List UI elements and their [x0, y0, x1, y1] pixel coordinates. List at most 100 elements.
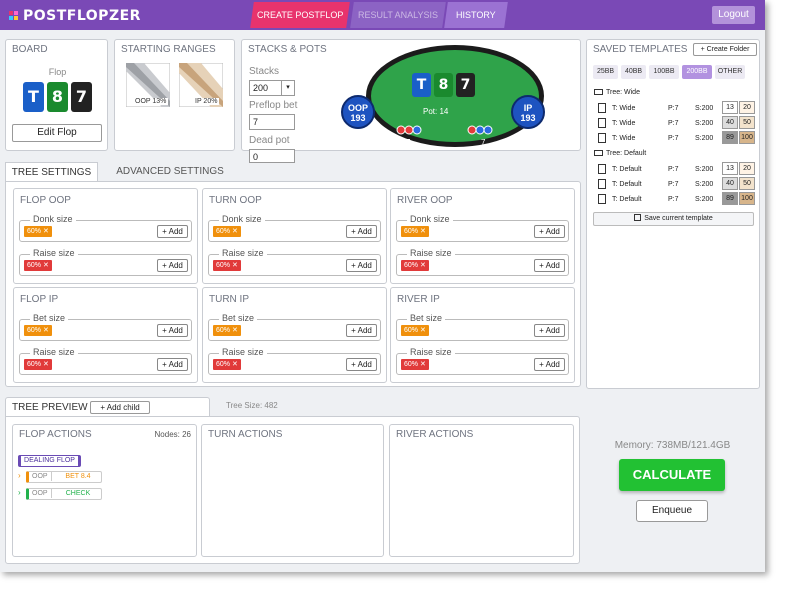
add-size-button[interactable]: + Add: [157, 324, 188, 337]
add-raise-button[interactable]: + Add: [157, 358, 188, 371]
ip-chips-icon: [467, 125, 493, 135]
enqueue-button[interactable]: Enqueue: [636, 500, 708, 522]
template-row[interactable]: T: Wide P:7 S:200 13 20: [595, 101, 755, 116]
add-size-button[interactable]: + Add: [534, 324, 565, 337]
raise-chip[interactable]: 60% ✕: [24, 260, 52, 271]
size-chip[interactable]: 60% ✕: [401, 226, 429, 237]
raise-chip[interactable]: 60% ✕: [213, 359, 241, 370]
close-icon[interactable]: ✕: [232, 327, 238, 334]
close-icon[interactable]: ✕: [420, 228, 426, 235]
close-icon[interactable]: ✕: [420, 327, 426, 334]
tab-result-analysis[interactable]: RESULT ANALYSIS: [350, 2, 446, 28]
dealing-flop-node[interactable]: DEALING FLOP: [18, 455, 81, 467]
size-label: Bet size: [219, 313, 258, 323]
add-raise-button[interactable]: + Add: [346, 259, 377, 272]
calculate-button[interactable]: CALCULATE: [619, 459, 725, 491]
template-folder[interactable]: Tree: Wide: [594, 89, 640, 96]
raise-chip[interactable]: 60% ✕: [213, 260, 241, 271]
close-icon[interactable]: ✕: [232, 262, 238, 269]
filter-25bb[interactable]: 25BB: [593, 65, 618, 79]
dead-pot-input[interactable]: 0: [249, 149, 295, 163]
tab-advanced-settings[interactable]: ADVANCED SETTINGS: [108, 162, 232, 182]
template-row[interactable]: T: Wide P:7 S:200 40 50: [595, 116, 755, 131]
template-pot: P:7: [668, 120, 679, 127]
oop-chips-value: 7: [406, 138, 411, 147]
template-row[interactable]: T: Default P:7 S:200 40 50: [595, 177, 755, 192]
tree-settings-panel: FLOP OOP Donk size 60% ✕ + Add Raise size 60%…: [5, 181, 581, 387]
settings-section: TURN IP Bet size 60% ✕ + Add Raise size 60% ✕…: [202, 287, 387, 383]
close-icon[interactable]: ✕: [43, 228, 49, 235]
settings-section: RIVER OOP Donk size 60% ✕ + Add Raise size 60…: [390, 188, 575, 284]
size-chip[interactable]: 60% ✕: [24, 226, 52, 237]
preflop-bet-input[interactable]: 7: [249, 114, 295, 130]
close-icon[interactable]: ✕: [420, 262, 426, 269]
file-icon: [598, 103, 606, 113]
add-size-button[interactable]: + Add: [346, 324, 377, 337]
raise-chip[interactable]: 60% ✕: [401, 359, 429, 370]
tree-preview-title: TREE PREVIEW: [12, 402, 88, 413]
table-card-2: 8: [434, 73, 453, 97]
filter-other[interactable]: OTHER: [715, 65, 745, 79]
logout-button[interactable]: Logout: [712, 6, 755, 24]
template-folder[interactable]: Tree: Default: [594, 150, 646, 157]
template-stack: S:200: [695, 120, 714, 127]
close-icon[interactable]: ✕: [232, 361, 238, 368]
template-stack: S:200: [695, 196, 714, 203]
section-title: TURN IP: [209, 294, 249, 305]
template-pot: P:7: [668, 181, 679, 188]
close-icon[interactable]: ✕: [420, 361, 426, 368]
add-raise-button[interactable]: + Add: [346, 358, 377, 371]
template-row[interactable]: T: Wide P:7 S:200 89 100: [595, 131, 755, 146]
app-window: POSTFLOPZER CREATE POSTFLOP RESULT ANALY…: [0, 0, 765, 572]
settings-section: TURN OOP Donk size 60% ✕ + Add Raise size 60%…: [202, 188, 387, 284]
template-stack: S:200: [695, 181, 714, 188]
filter-40bb[interactable]: 40BB: [621, 65, 646, 79]
template-name: T: Default: [612, 181, 642, 188]
logo: POSTFLOPZER: [9, 8, 141, 24]
create-folder-button[interactable]: + Create Folder: [693, 43, 757, 56]
close-icon[interactable]: ✕: [232, 228, 238, 235]
raise-label: Raise size: [219, 347, 267, 357]
template-row[interactable]: T: Default P:7 S:200 13 20: [595, 162, 755, 177]
raise-chip[interactable]: 60% ✕: [24, 359, 52, 370]
size-chip[interactable]: 60% ✕: [213, 325, 241, 336]
close-icon[interactable]: ✕: [43, 361, 49, 368]
turn-actions-title: TURN ACTIONS: [208, 429, 283, 440]
add-raise-button[interactable]: + Add: [534, 259, 565, 272]
stacks-select[interactable]: 200 ▾: [249, 80, 295, 96]
close-icon[interactable]: ✕: [43, 327, 49, 334]
chevron-right-icon[interactable]: ›: [18, 488, 21, 497]
add-child-button[interactable]: + Add child: [90, 401, 150, 414]
template-row[interactable]: T: Default P:7 S:200 89 100: [595, 192, 755, 207]
size-chip[interactable]: 60% ✕: [213, 226, 241, 237]
add-size-button[interactable]: + Add: [534, 225, 565, 238]
tab-history[interactable]: HISTORY: [444, 2, 508, 28]
add-size-button[interactable]: + Add: [346, 225, 377, 238]
add-size-button[interactable]: + Add: [157, 225, 188, 238]
template-pot: P:7: [668, 166, 679, 173]
board-card-2: 8: [47, 82, 68, 112]
close-icon[interactable]: ✕: [43, 262, 49, 269]
raise-chip[interactable]: 60% ✕: [401, 260, 429, 271]
tab-create-postflop[interactable]: CREATE POSTFLOP: [250, 2, 350, 28]
add-raise-button[interactable]: + Add: [157, 259, 188, 272]
raise-label: Raise size: [407, 347, 455, 357]
templates-panel: SAVED TEMPLATES + Create Folder 25BB 40BB…: [586, 39, 760, 389]
stacks-title: STACKS & POTS: [248, 44, 327, 55]
template-name: T: Wide: [612, 120, 636, 127]
size-chip[interactable]: 60% ✕: [24, 325, 52, 336]
save-template-button[interactable]: Save current template: [593, 212, 754, 226]
size-chip[interactable]: 60% ✕: [401, 325, 429, 336]
edit-flop-button[interactable]: Edit Flop: [12, 124, 102, 142]
chevron-right-icon[interactable]: ›: [18, 471, 21, 480]
action-node[interactable]: OOP CHECK: [26, 488, 102, 500]
oop-range-chip: 89: [722, 192, 738, 205]
settings-section: FLOP OOP Donk size 60% ✕ + Add Raise size 60%…: [13, 188, 198, 284]
filter-200bb[interactable]: 200BB: [682, 65, 712, 79]
tab-tree-settings[interactable]: TREE SETTINGS: [5, 162, 98, 182]
size-fieldset: Bet size 60% ✕ + Add: [19, 313, 192, 341]
action-node[interactable]: OOP BET 8.4: [26, 471, 102, 483]
template-pot: P:7: [668, 135, 679, 142]
add-raise-button[interactable]: + Add: [534, 358, 565, 371]
filter-100bb[interactable]: 100BB: [649, 65, 679, 79]
